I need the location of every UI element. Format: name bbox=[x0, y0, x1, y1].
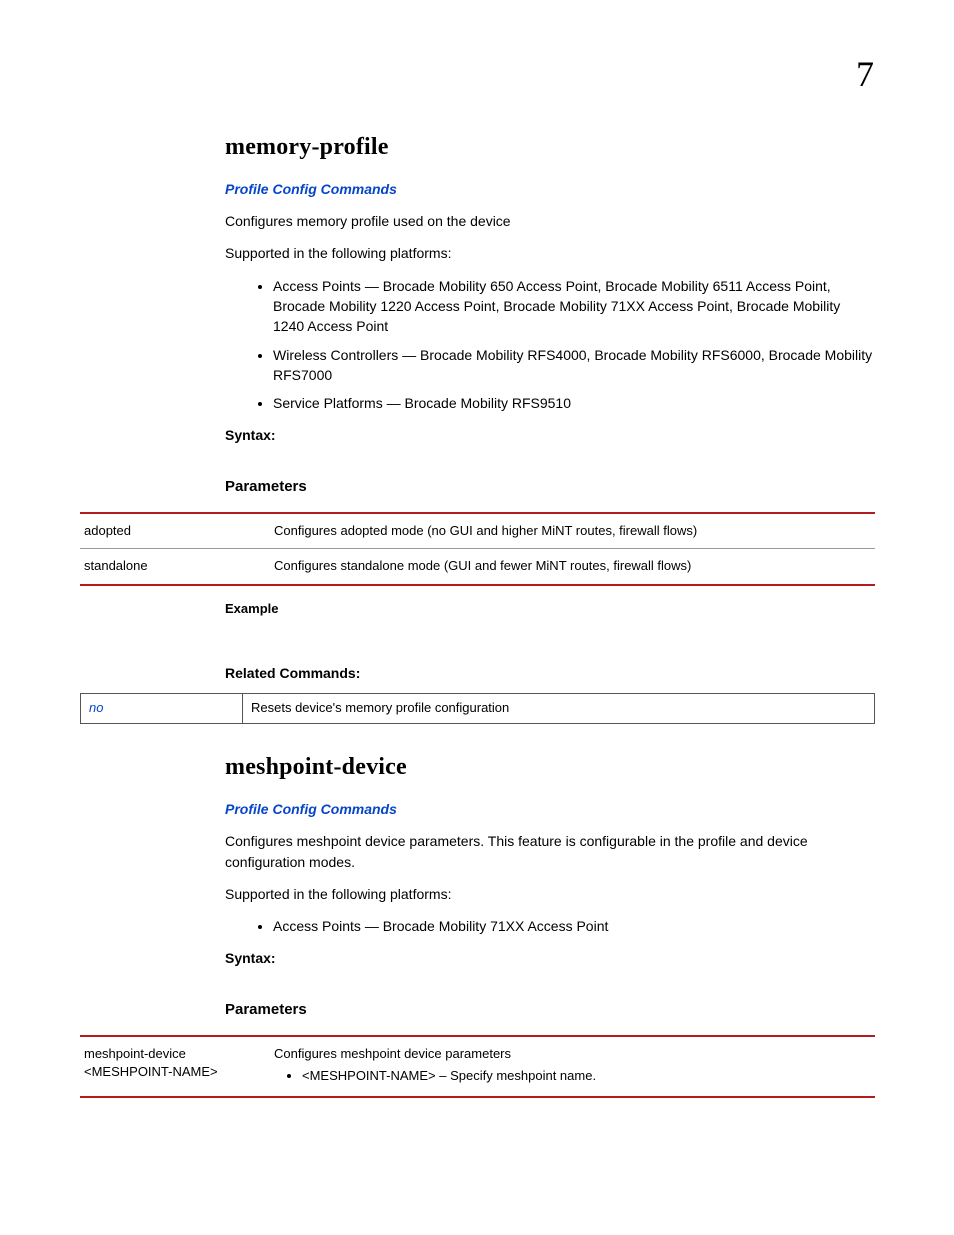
platform-item: Access Points — Brocade Mobility 71XX Ac… bbox=[273, 916, 875, 936]
link-profile-config-commands[interactable]: Profile Config Commands bbox=[225, 179, 875, 199]
section-title-meshpoint-device: meshpoint-device bbox=[225, 750, 875, 785]
link-profile-config-commands[interactable]: Profile Config Commands bbox=[225, 799, 875, 819]
parameters-label: Parameters bbox=[225, 476, 875, 498]
section-desc: Configures memory profile used on the de… bbox=[225, 211, 875, 231]
param-desc-text: Configures meshpoint device parameters bbox=[274, 1046, 511, 1061]
supported-intro: Supported in the following platforms: bbox=[225, 884, 875, 904]
platform-item: Wireless Controllers — Brocade Mobility … bbox=[273, 345, 875, 386]
table-row: no Resets device's memory profile config… bbox=[81, 694, 875, 724]
section-desc: Configures meshpoint device parameters. … bbox=[225, 831, 875, 872]
page-content: memory-profile Profile Config Commands C… bbox=[225, 130, 875, 1098]
param-desc: Configures meshpoint device parameters <… bbox=[270, 1036, 875, 1098]
param-desc: Configures adopted mode (no GUI and high… bbox=[270, 513, 875, 549]
param-key: adopted bbox=[80, 513, 270, 549]
table-row: adopted Configures adopted mode (no GUI … bbox=[80, 513, 875, 549]
platform-item: Service Platforms — Brocade Mobility RFS… bbox=[273, 393, 875, 413]
parameters-label: Parameters bbox=[225, 999, 875, 1021]
related-commands-table: no Resets device's memory profile config… bbox=[80, 693, 875, 724]
related-key[interactable]: no bbox=[81, 694, 243, 724]
chapter-number: 7 bbox=[856, 48, 874, 100]
section-title-memory-profile: memory-profile bbox=[225, 130, 875, 165]
param-desc: Configures standalone mode (GUI and fewe… bbox=[270, 549, 875, 585]
related-desc: Resets device's memory profile configura… bbox=[243, 694, 875, 724]
platform-item: Access Points — Brocade Mobility 650 Acc… bbox=[273, 276, 875, 337]
example-label: Example bbox=[225, 600, 875, 619]
syntax-label: Syntax: bbox=[225, 948, 875, 968]
platform-list: Access Points — Brocade Mobility 71XX Ac… bbox=[225, 916, 875, 936]
param-key: meshpoint-device <MESHPOINT-NAME> bbox=[80, 1036, 270, 1098]
supported-intro: Supported in the following platforms: bbox=[225, 243, 875, 263]
parameters-table: meshpoint-device <MESHPOINT-NAME> Config… bbox=[80, 1035, 875, 1099]
related-commands-label: Related Commands: bbox=[225, 663, 875, 683]
syntax-label: Syntax: bbox=[225, 425, 875, 445]
param-sub-item: <MESHPOINT-NAME> – Specify meshpoint nam… bbox=[302, 1067, 869, 1086]
param-sub-list: <MESHPOINT-NAME> – Specify meshpoint nam… bbox=[274, 1067, 869, 1086]
platform-list: Access Points — Brocade Mobility 650 Acc… bbox=[225, 276, 875, 414]
param-key: standalone bbox=[80, 549, 270, 585]
table-row: meshpoint-device <MESHPOINT-NAME> Config… bbox=[80, 1036, 875, 1098]
parameters-table: adopted Configures adopted mode (no GUI … bbox=[80, 512, 875, 587]
table-row: standalone Configures standalone mode (G… bbox=[80, 549, 875, 585]
